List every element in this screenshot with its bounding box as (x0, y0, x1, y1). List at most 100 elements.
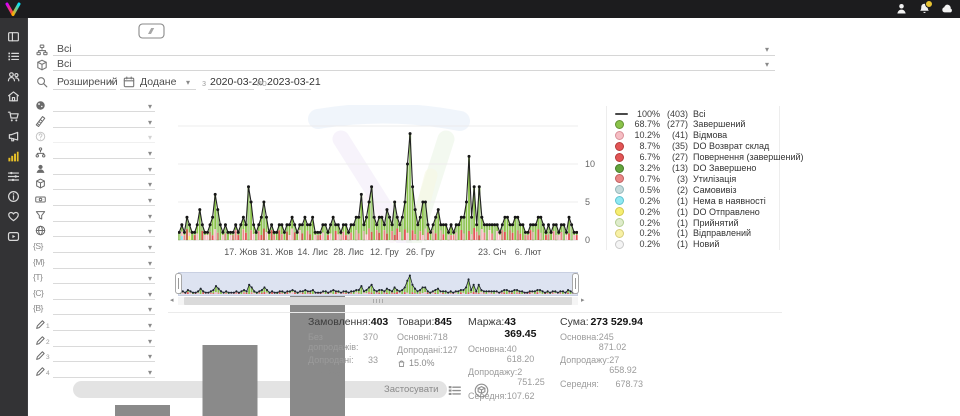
scrollbar-thumb[interactable] (184, 297, 572, 305)
notification-badge (925, 0, 933, 8)
globe-icon (35, 225, 46, 236)
calendar-icon[interactable] (123, 76, 135, 88)
stat-sub-label: Допродані: (397, 345, 443, 355)
legend-item[interactable]: 0.2%(1)DO Отправлено (615, 206, 760, 217)
navigator-scrollbar[interactable] (178, 297, 578, 305)
chevron-down-icon[interactable]: ▾ (148, 150, 152, 158)
planet-icon (35, 100, 46, 111)
legend-item[interactable]: 0.2%(1)Новий (615, 239, 719, 250)
chevron-down-icon[interactable]: ▾ (765, 46, 769, 54)
filter-row-planet[interactable]: ▾ (28, 99, 168, 114)
search-icon[interactable] (36, 76, 48, 88)
banknote-icon (35, 194, 46, 205)
chevron-down-icon[interactable]: ▾ (148, 181, 152, 189)
stat-title: Сума:273 529.94 (560, 316, 643, 328)
chevron-down-icon[interactable]: ▾ (148, 103, 152, 111)
sidebar-item-loyalty[interactable] (7, 210, 20, 223)
package-icon (35, 178, 46, 189)
orders-chart[interactable] (178, 105, 578, 243)
legend-item[interactable]: 0.2%(1)Прийнятий (615, 217, 739, 228)
user-icon[interactable] (895, 2, 908, 15)
chevron-down-icon[interactable]: ▾ (765, 61, 769, 69)
custom-field-index: 1 (46, 323, 50, 330)
sidebar-item-video-tutorials[interactable] (7, 230, 20, 243)
filter-row-hierarchy[interactable]: ▾ (28, 146, 168, 161)
sidebar-item-orders-list[interactable] (7, 50, 20, 63)
stat-subrow: Без допродажів:370 (308, 332, 378, 352)
sidebar-item-dashboard[interactable] (7, 30, 20, 43)
sidebar-item-info[interactable] (7, 190, 20, 203)
filter-row-package[interactable]: ▾ (28, 177, 168, 192)
chart-legend: 100%(403)Всі68.7%(277)Завершений10.2%(41… (606, 106, 780, 250)
chevron-down-icon[interactable]: ▾ (148, 166, 152, 174)
date-field-select[interactable]: Додане (140, 76, 176, 88)
chevron-down-icon[interactable]: ▾ (148, 119, 152, 127)
filter-row-globe[interactable]: ▾ (28, 224, 168, 239)
filter-input-underline (53, 127, 155, 128)
stat-sub-label: Середня: (560, 379, 599, 389)
scroll-left-arrow[interactable]: ◂ (170, 297, 174, 305)
filter-row-person[interactable]: ▾ (28, 162, 168, 177)
legend-label: DO Возврат склад (693, 141, 769, 151)
stat-subrow: Основні:718 (397, 332, 447, 342)
legend-count: (3) (660, 174, 688, 184)
cloud-icon[interactable] (941, 2, 954, 15)
chevron-down-icon[interactable]: ▾ (148, 228, 152, 236)
brand-logo-icon[interactable] (4, 1, 22, 17)
chevron-down-icon[interactable]: ▾ (148, 213, 152, 221)
stat-title: Маржа:43 369.45 (468, 316, 528, 340)
chevron-down-icon[interactable]: ▾ (148, 134, 152, 142)
filter-row-funnel[interactable]: ▾ (28, 209, 168, 224)
date-to-input[interactable]: 2023-03-21 (267, 76, 321, 88)
sidebar-item-integrations[interactable] (7, 170, 20, 183)
legend-item[interactable]: 68.7%(277)Завершений (615, 119, 745, 130)
x-tick-label: 26. Гру (406, 247, 435, 257)
navigator-right-handle[interactable] (572, 273, 579, 294)
sidebar-item-store[interactable] (7, 90, 20, 103)
stat-title-value: 845 (434, 316, 452, 328)
legend-percent: 0.2% (630, 239, 660, 249)
field-type-icon: {M} (33, 257, 44, 267)
stat-sub-value: 33 (368, 355, 378, 365)
chevron-down-icon[interactable]: ▾ (109, 79, 113, 87)
range-navigator[interactable] (178, 272, 578, 296)
sidebar-item-customers[interactable] (7, 70, 20, 83)
navigator-left-handle[interactable] (175, 273, 182, 294)
legend-item[interactable]: 0.2%(1)Відправлений (615, 228, 751, 239)
legend-item[interactable]: 10.2%(41)Відмова (615, 130, 727, 141)
legend-item[interactable]: 0.2%(1)Нема в наявності (615, 195, 766, 206)
app-screen: Всі ▾ Всі ▾ Розширений ▾ Додане ▾ з 2020… (0, 0, 960, 416)
filter-row-help[interactable]: ▾ (28, 130, 168, 145)
date-from-input[interactable]: 2020-03-20 (210, 76, 264, 88)
legend-item[interactable]: 0.5%(2)Самовивіз (615, 184, 737, 195)
sidebar-item-analytics[interactable] (7, 150, 20, 163)
chevron-down-icon[interactable]: ▾ (148, 197, 152, 205)
product-filter-underline[interactable] (53, 69, 775, 71)
stat-subrow: Основна:40 618.20 (468, 344, 528, 364)
filter-row-banknote[interactable]: ▾ (28, 193, 168, 208)
sidebar-item-marketing[interactable] (7, 130, 20, 143)
x-tick-label: 17. Жов (224, 247, 257, 257)
products-view-icon[interactable] (474, 383, 489, 398)
legend-dot-marker (615, 131, 624, 140)
legend-item[interactable]: 6.7%(27)Повернення (завершений) (615, 152, 804, 163)
legend-label: Утилізація (693, 174, 736, 184)
legend-item[interactable]: 0.7%(3)Утилізація (615, 173, 736, 184)
presentation-screen-icon[interactable] (138, 23, 165, 39)
scroll-right-arrow[interactable]: ▸ (581, 297, 585, 305)
legend-percent: 8.7% (630, 141, 660, 151)
notifications-icon[interactable] (918, 2, 931, 15)
status-filter-underline[interactable] (53, 54, 775, 56)
date-from-label: з (202, 78, 206, 88)
legend-item[interactable]: 100%(403)Всі (615, 108, 706, 119)
list-view-icon[interactable] (447, 383, 462, 398)
chevron-down-icon[interactable]: ▾ (186, 79, 190, 87)
apply-button[interactable]: Застосувати (73, 381, 447, 398)
sidebar-item-cart[interactable] (7, 110, 20, 123)
filter-row-measure[interactable]: ▾ (28, 115, 168, 130)
legend-count: (13) (660, 163, 688, 173)
legend-dot-marker (615, 153, 624, 162)
legend-item[interactable]: 8.7%(35)DO Возврат склад (615, 141, 769, 152)
legend-percent: 0.5% (630, 185, 660, 195)
legend-item[interactable]: 3.2%(13)DO Завершено (615, 163, 756, 174)
